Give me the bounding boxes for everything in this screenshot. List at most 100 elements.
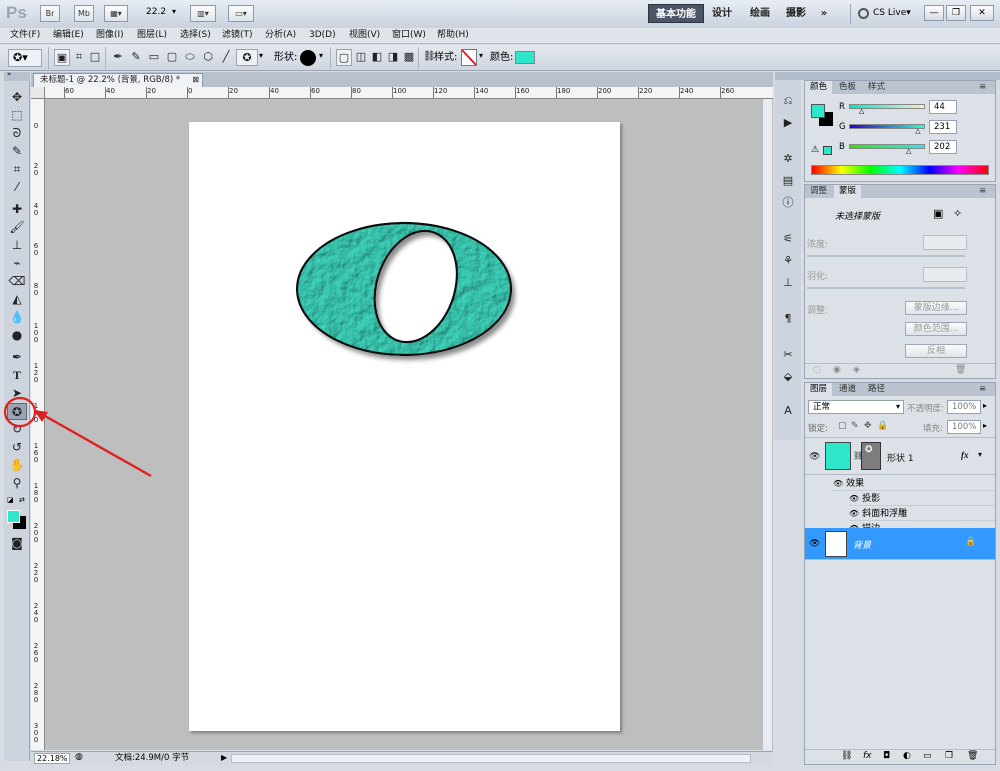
mini-bridge-button[interactable]: Mb xyxy=(74,5,94,22)
menu-edit[interactable]: 编辑(E) xyxy=(53,29,84,42)
lock-position-icon[interactable]: ✥ xyxy=(864,421,872,431)
menu-select[interactable]: 选择(S) xyxy=(180,29,211,42)
lasso-tool[interactable]: ᘐ xyxy=(7,125,27,142)
arrange-documents-button[interactable]: ▥▾ xyxy=(190,5,216,22)
tab-paths[interactable]: 路径 xyxy=(863,383,890,396)
blend-mode-select[interactable]: 正常 ▾ xyxy=(808,400,904,414)
eye-icon[interactable]: 👁 xyxy=(849,494,859,503)
marquee-tool[interactable]: ⬚ xyxy=(7,107,27,124)
load-selection-icon[interactable]: ◌ xyxy=(813,365,821,375)
brush-tool[interactable]: 🖌 xyxy=(7,219,27,236)
fill-color-swatch[interactable] xyxy=(515,51,535,64)
layer-name[interactable]: 背景 xyxy=(853,538,871,551)
fx-icon[interactable]: fx xyxy=(863,751,872,761)
vector-mask-thumbnail[interactable]: ✪ xyxy=(861,442,881,470)
slider-thumb-icon[interactable]: △ xyxy=(915,128,920,135)
new-layer-icon[interactable]: ❐ xyxy=(945,751,953,761)
history-brush-tool[interactable]: ⌁ xyxy=(7,255,27,272)
tab-adjustments[interactable]: 调整 xyxy=(805,185,832,198)
view-extras-button[interactable]: ▦▾ xyxy=(104,5,128,22)
chevron-down-icon[interactable]: ▾ xyxy=(978,450,982,459)
menu-window[interactable]: 窗口(W) xyxy=(392,29,426,42)
layer-row-shape[interactable]: 👁 ⛓ ✪ 形状 1 fx ▾ xyxy=(805,437,995,475)
apply-mask-icon[interactable]: ◈ xyxy=(853,365,860,375)
more-workspaces-button[interactable]: » xyxy=(816,4,832,23)
effect-row-drop-shadow[interactable]: 👁 投影 xyxy=(849,491,995,506)
eye-icon[interactable]: 👁 xyxy=(809,452,820,462)
paragraph-panel-icon[interactable]: ¶ xyxy=(779,310,797,327)
bridge-button[interactable]: Br xyxy=(40,5,60,22)
tool-preset-picker[interactable]: ✪▾ xyxy=(8,49,42,67)
clone-stamp-tool[interactable]: ⊥ xyxy=(7,237,27,254)
channel-value-field[interactable]: 202 xyxy=(929,140,957,154)
zoom-field[interactable]: 22.18% xyxy=(34,753,70,764)
actions-panel-icon[interactable]: ▶ xyxy=(779,114,797,131)
channel-value-field[interactable]: 231 xyxy=(929,120,957,134)
delete-layer-icon[interactable]: 🗑 xyxy=(967,751,978,761)
close-button[interactable]: ✕ xyxy=(970,5,994,21)
horizontal-scrollbar[interactable] xyxy=(231,754,751,763)
menu-analysis[interactable]: 分析(A) xyxy=(265,29,296,42)
exclude-shape-area-button[interactable]: ▩ xyxy=(401,49,417,66)
blur-tool[interactable]: 💧 xyxy=(7,309,27,326)
collapse-icon[interactable]: » xyxy=(7,70,11,78)
lock-all-icon[interactable]: 🔒 xyxy=(877,421,888,431)
adjustment-layer-icon[interactable]: ◐ xyxy=(903,751,911,761)
quick-mask-button[interactable]: ◙ xyxy=(7,535,27,552)
foreground-color-box[interactable] xyxy=(811,104,825,118)
move-tool[interactable]: ✥ xyxy=(7,89,27,106)
eye-icon[interactable]: 👁 xyxy=(833,479,843,488)
eyedropper-tool[interactable]: ⁄ xyxy=(7,179,27,196)
add-mask-icon[interactable]: ◘ xyxy=(883,751,890,761)
channel-value-field[interactable]: 44 xyxy=(929,100,957,114)
history-panel-icon[interactable]: ⎌ xyxy=(779,92,797,109)
histogram-panel-icon[interactable]: ▤ xyxy=(779,172,797,189)
panel-menu-icon[interactable]: ≡ xyxy=(979,185,986,198)
tab-swatches[interactable]: 色板 xyxy=(834,81,861,94)
slider-thumb-icon[interactable]: △ xyxy=(906,148,911,155)
chevron-down-icon[interactable]: ▾ xyxy=(259,51,263,60)
dodge-tool[interactable]: ● xyxy=(7,327,27,344)
tools-panel-header[interactable]: » xyxy=(4,70,30,81)
effects-row[interactable]: 👁 效果 xyxy=(833,476,995,491)
chevron-down-icon[interactable]: ▾ xyxy=(479,51,483,60)
gamut-warning-icon[interactable]: ⚠ xyxy=(811,145,819,155)
tab-color[interactable]: 颜色 xyxy=(805,81,833,94)
paint-bucket-tool[interactable]: ◭ xyxy=(7,291,27,308)
eraser-tool[interactable]: ⌫ xyxy=(7,273,27,290)
minimize-button[interactable]: — xyxy=(924,5,944,21)
foreground-color-swatch[interactable] xyxy=(7,510,20,523)
fx-badge[interactable]: fx xyxy=(961,450,969,460)
chevron-down-icon[interactable]: ▾ xyxy=(172,7,176,16)
info-panel-icon[interactable]: ⓘ xyxy=(779,194,797,211)
clone-source-icon[interactable]: ⊥ xyxy=(779,274,797,291)
cs-live-icon[interactable] xyxy=(858,8,869,19)
color-range-button[interactable]: 颜色范围... xyxy=(905,322,967,336)
channel-slider[interactable] xyxy=(849,124,925,129)
workspace-design[interactable]: 设计 xyxy=(708,4,736,23)
chevron-down-icon[interactable]: ▾ xyxy=(319,51,323,60)
eye-icon[interactable]: ◉ xyxy=(833,365,841,375)
pen-tool-option[interactable]: ✒ xyxy=(110,49,126,66)
close-tab-icon[interactable]: ⊠ xyxy=(192,74,199,86)
ruler-origin[interactable] xyxy=(31,87,45,99)
fill-arrow-icon[interactable]: ▸ xyxy=(983,421,987,430)
vector-mask-icon[interactable]: ✧ xyxy=(953,207,962,220)
healing-brush-tool[interactable]: ✚ xyxy=(7,201,27,218)
color-ramp[interactable] xyxy=(811,165,989,175)
link-layers-icon[interactable]: ⛓ xyxy=(841,751,852,761)
status-menu-arrow[interactable]: ▶ xyxy=(221,753,227,762)
opacity-arrow-icon[interactable]: ▸ xyxy=(983,401,987,410)
new-group-icon[interactable]: ▭ xyxy=(923,751,932,761)
character-panel-icon[interactable]: A xyxy=(779,402,797,419)
zoom-level[interactable]: 22.2 xyxy=(146,7,166,17)
brush-presets-icon[interactable]: ⚟ xyxy=(779,230,797,247)
layer-fill-thumbnail[interactable] xyxy=(825,442,851,470)
menu-help[interactable]: 帮助(H) xyxy=(437,29,469,42)
freeform-pen-option[interactable]: ✎ xyxy=(128,49,144,66)
crop-tool[interactable]: ⌗ xyxy=(7,161,27,178)
channel-slider[interactable] xyxy=(849,144,925,149)
tab-channels[interactable]: 通道 xyxy=(834,383,861,396)
closest-color-swatch[interactable] xyxy=(823,146,832,155)
rounded-rectangle-option[interactable]: ▢ xyxy=(164,49,180,66)
